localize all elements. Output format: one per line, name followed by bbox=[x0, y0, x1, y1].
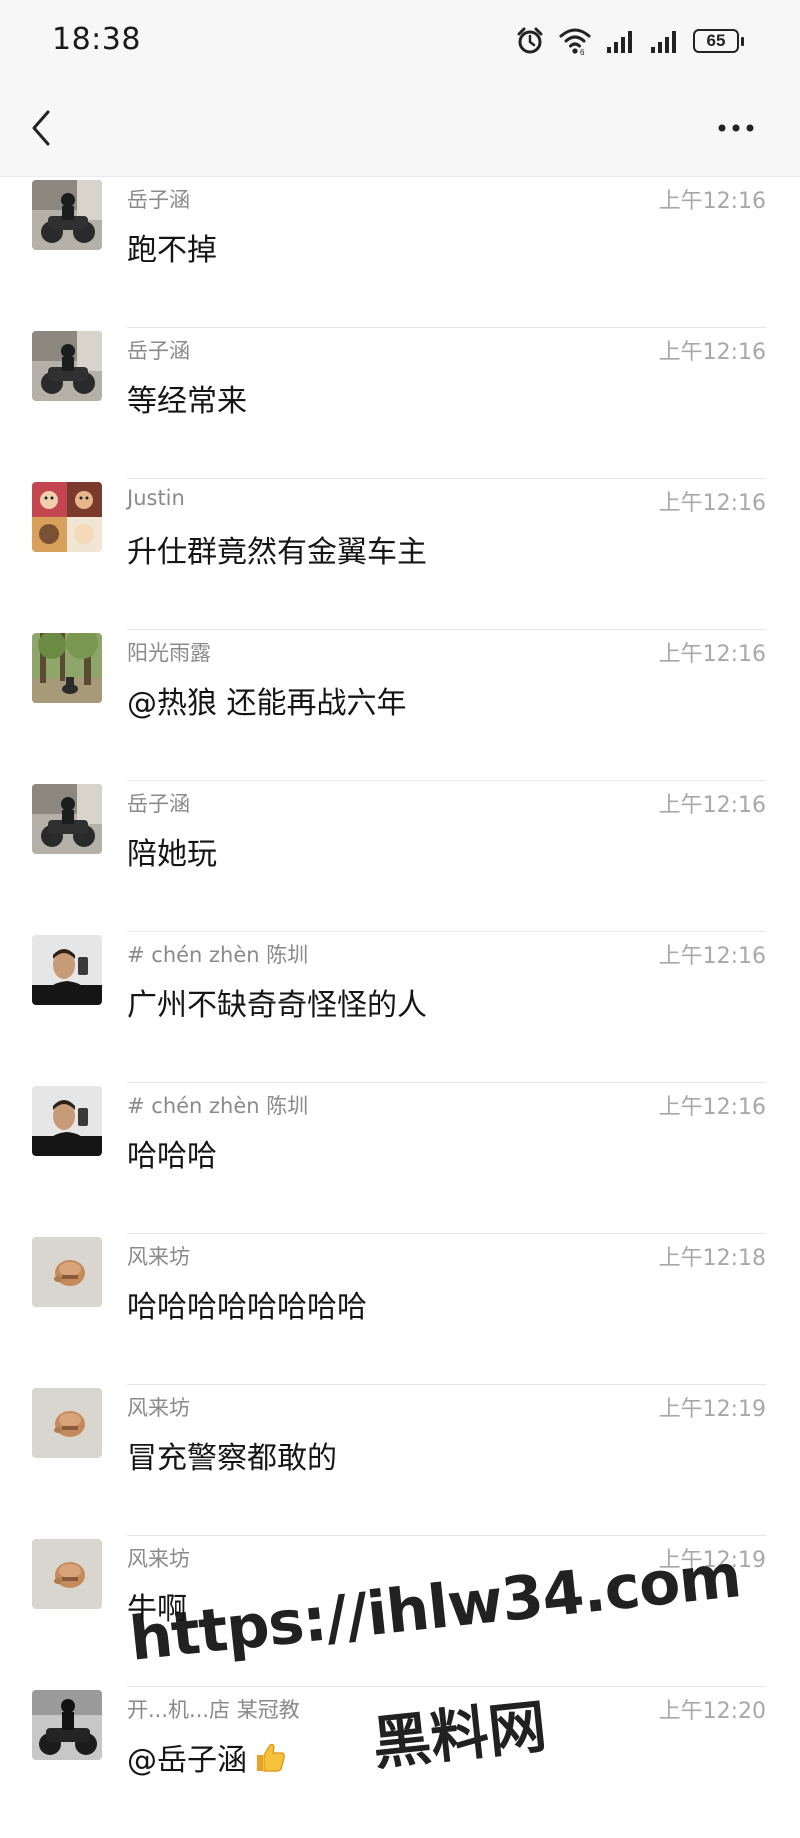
message-item: 风来坊 上午12:19 牛啊 bbox=[0, 1536, 800, 1687]
mention-text: @岳子涵 bbox=[127, 1743, 247, 1778]
sender-name: 岳子涵 bbox=[127, 188, 190, 212]
message-item: Justin 上午12:16 升仕群竟然有金翼车主 bbox=[0, 479, 800, 630]
message-time: 上午12:16 bbox=[658, 793, 766, 818]
avatar[interactable] bbox=[32, 1086, 102, 1156]
more-dots-icon bbox=[718, 124, 754, 132]
message-text[interactable]: @热狼 还能再战六年 bbox=[127, 678, 407, 722]
message-text[interactable]: 牛啊 bbox=[127, 1584, 187, 1628]
message-text[interactable]: 升仕群竟然有金翼车主 bbox=[127, 527, 427, 571]
status-bar: 18:38 6 65 bbox=[0, 0, 800, 80]
avatar[interactable] bbox=[32, 331, 102, 401]
back-button[interactable] bbox=[22, 104, 66, 152]
message-time: 上午12:16 bbox=[658, 1095, 766, 1120]
message-time: 上午12:16 bbox=[658, 189, 766, 214]
chevron-left-icon bbox=[32, 110, 50, 146]
avatar[interactable] bbox=[32, 784, 102, 854]
message-time: 上午12:19 bbox=[658, 1548, 766, 1573]
avatar[interactable] bbox=[32, 633, 102, 703]
message-text[interactable]: 哈哈哈 bbox=[127, 1131, 217, 1175]
avatar[interactable] bbox=[32, 935, 102, 1005]
message-time: 上午12:19 bbox=[658, 1397, 766, 1422]
message-text[interactable]: 冒充警察都敢的 bbox=[127, 1433, 337, 1477]
message-text[interactable]: 陪她玩 bbox=[127, 829, 217, 873]
message-time: 上午12:16 bbox=[658, 491, 766, 516]
nav-bar bbox=[0, 80, 800, 177]
svg-text:6: 6 bbox=[580, 48, 585, 56]
message-item: 风来坊 上午12:19 冒充警察都敢的 bbox=[0, 1385, 800, 1536]
status-icons: 6 65 bbox=[515, 24, 744, 58]
signal-icon bbox=[605, 27, 635, 55]
avatar[interactable] bbox=[32, 482, 102, 552]
message-time: 上午12:16 bbox=[658, 340, 766, 365]
avatar[interactable] bbox=[32, 1237, 102, 1307]
sender-name: Justin bbox=[127, 486, 185, 510]
message-time: 上午12:20 bbox=[658, 1699, 766, 1724]
avatar[interactable] bbox=[32, 1539, 102, 1609]
alarm-icon bbox=[515, 26, 545, 56]
avatar[interactable] bbox=[32, 1388, 102, 1458]
message-item: 开...机...店 某冠教 上午12:20 @岳子涵 bbox=[0, 1687, 800, 1838]
sender-name: 阳光雨露 bbox=[127, 641, 211, 665]
message-time: 上午12:16 bbox=[658, 944, 766, 969]
sender-name: 风来坊 bbox=[127, 1547, 190, 1571]
message-time: 上午12:16 bbox=[658, 642, 766, 667]
battery-icon: 65 bbox=[693, 29, 744, 53]
signal-icon bbox=[649, 27, 679, 55]
message-list: 岳子涵 上午12:16 跑不掉 岳子涵 上午12:16 等经常来 Justin … bbox=[0, 177, 800, 1838]
avatar[interactable] bbox=[32, 1690, 102, 1760]
sender-name: 风来坊 bbox=[127, 1396, 190, 1420]
message-text[interactable]: 广州不缺奇奇怪怪的人 bbox=[127, 980, 427, 1024]
thumbs-up-icon bbox=[253, 1740, 287, 1782]
status-time: 18:38 bbox=[52, 22, 141, 57]
message-item: 阳光雨露 上午12:16 @热狼 还能再战六年 bbox=[0, 630, 800, 781]
message-text[interactable]: 跑不掉 bbox=[127, 225, 217, 269]
battery-level: 65 bbox=[693, 29, 739, 53]
message-item: 风来坊 上午12:18 哈哈哈哈哈哈哈哈 bbox=[0, 1234, 800, 1385]
sender-name: # chén zhèn 陈圳 bbox=[127, 1094, 309, 1118]
sender-name: 岳子涵 bbox=[127, 339, 190, 363]
sender-name: 开...机...店 某冠教 bbox=[127, 1698, 300, 1722]
sender-name: 风来坊 bbox=[127, 1245, 190, 1269]
message-item: 岳子涵 上午12:16 跑不掉 bbox=[0, 177, 800, 328]
wifi-icon: 6 bbox=[559, 26, 591, 56]
message-item: # chén zhèn 陈圳 上午12:16 广州不缺奇奇怪怪的人 bbox=[0, 932, 800, 1083]
message-item: # chén zhèn 陈圳 上午12:16 哈哈哈 bbox=[0, 1083, 800, 1234]
message-item: 岳子涵 上午12:16 等经常来 bbox=[0, 328, 800, 479]
message-text[interactable]: 等经常来 bbox=[127, 376, 247, 420]
more-button[interactable] bbox=[708, 108, 764, 148]
message-text[interactable]: @岳子涵 bbox=[127, 1735, 287, 1782]
message-time: 上午12:18 bbox=[658, 1246, 766, 1271]
sender-name: 岳子涵 bbox=[127, 792, 190, 816]
message-text[interactable]: 哈哈哈哈哈哈哈哈 bbox=[127, 1282, 367, 1326]
message-item: 岳子涵 上午12:16 陪她玩 bbox=[0, 781, 800, 932]
sender-name: # chén zhèn 陈圳 bbox=[127, 943, 309, 967]
avatar[interactable] bbox=[32, 180, 102, 250]
